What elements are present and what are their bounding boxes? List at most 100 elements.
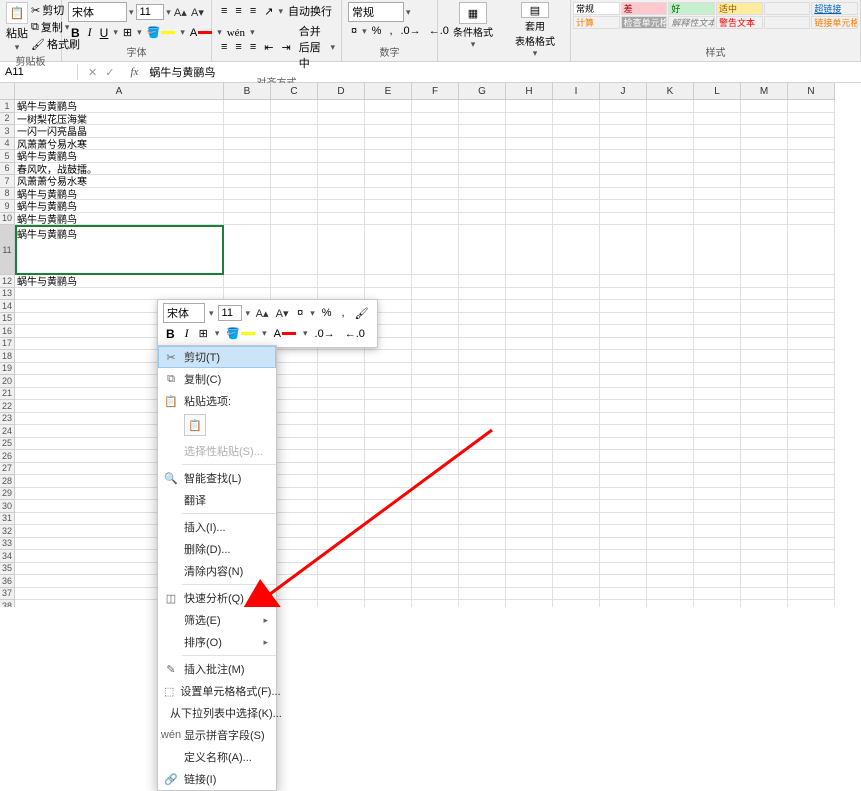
cell[interactable] (694, 400, 741, 413)
cell[interactable] (600, 538, 647, 551)
cell[interactable] (647, 425, 694, 438)
cell[interactable] (600, 300, 647, 313)
cell[interactable] (412, 525, 459, 538)
cell[interactable] (694, 325, 741, 338)
cell[interactable] (318, 375, 365, 388)
cell[interactable] (647, 600, 694, 607)
cell[interactable] (553, 375, 600, 388)
cells-grid[interactable]: 蜗牛与黄鹂鸟一树梨花压海棠一闪一闪亮晶晶风萧萧兮易水寒蜗牛与黄鹂鸟春风吹，战鼓擂… (15, 100, 835, 607)
cell[interactable] (553, 113, 600, 126)
cell[interactable] (553, 388, 600, 401)
cell[interactable] (506, 538, 553, 551)
align-bottom-icon[interactable]: ≡ (247, 4, 259, 18)
cell[interactable] (553, 563, 600, 576)
cell[interactable] (741, 388, 788, 401)
cell[interactable] (459, 363, 506, 376)
cell[interactable] (412, 538, 459, 551)
cell[interactable] (694, 313, 741, 326)
cell[interactable] (788, 563, 835, 576)
cell[interactable] (741, 488, 788, 501)
cell[interactable] (553, 213, 600, 226)
row-header-25[interactable]: 25 (0, 438, 15, 451)
indent-dec-icon[interactable]: ⇤ (261, 40, 276, 55)
row-header-9[interactable]: 9 (0, 200, 15, 213)
cell[interactable] (694, 575, 741, 588)
cell[interactable] (412, 300, 459, 313)
ctxt-insert[interactable]: 插入(I)... (158, 516, 276, 538)
cell[interactable] (741, 400, 788, 413)
cell[interactable] (365, 125, 412, 138)
cell[interactable] (600, 375, 647, 388)
cell[interactable] (647, 413, 694, 426)
row-header-30[interactable]: 30 (0, 500, 15, 513)
cell[interactable] (694, 188, 741, 201)
cell[interactable] (459, 500, 506, 513)
cell[interactable] (647, 388, 694, 401)
cell[interactable] (788, 100, 835, 113)
cell[interactable] (224, 213, 271, 226)
cell[interactable] (741, 325, 788, 338)
cell[interactable] (318, 525, 365, 538)
cell[interactable] (365, 375, 412, 388)
cell[interactable] (365, 100, 412, 113)
cell[interactable] (741, 225, 788, 275)
cell[interactable] (553, 288, 600, 301)
font-color-button[interactable]: A (187, 26, 215, 40)
cell[interactable] (412, 163, 459, 176)
cell[interactable] (224, 138, 271, 151)
col-header-K[interactable]: K (647, 83, 694, 100)
cell[interactable] (788, 463, 835, 476)
row-header-37[interactable]: 37 (0, 588, 15, 601)
cell[interactable] (271, 350, 318, 363)
cell[interactable] (271, 113, 318, 126)
cell[interactable] (318, 163, 365, 176)
cell[interactable] (506, 225, 553, 275)
cell[interactable] (365, 388, 412, 401)
cell[interactable] (271, 600, 318, 607)
ctxt-link[interactable]: 🔗链接(I) (158, 768, 276, 790)
cell[interactable] (412, 125, 459, 138)
cell[interactable] (553, 275, 600, 288)
mini-format-painter-icon[interactable]: 🖌 (352, 306, 372, 321)
cell[interactable] (412, 488, 459, 501)
mini-fill-color-button[interactable]: 🪣 (223, 326, 258, 341)
style-good[interactable]: 好 (668, 2, 715, 15)
cell[interactable] (600, 400, 647, 413)
cell[interactable] (647, 450, 694, 463)
cell[interactable] (318, 188, 365, 201)
cell[interactable] (694, 600, 741, 607)
cell[interactable] (553, 438, 600, 451)
cell[interactable] (600, 450, 647, 463)
cell[interactable] (412, 138, 459, 151)
mini-bold-button[interactable]: B (163, 326, 178, 342)
cell[interactable] (553, 400, 600, 413)
cell[interactable] (788, 163, 835, 176)
cell[interactable] (412, 225, 459, 275)
cell[interactable] (788, 313, 835, 326)
cell[interactable] (506, 125, 553, 138)
cell[interactable] (741, 175, 788, 188)
cell[interactable] (271, 425, 318, 438)
cell[interactable] (459, 513, 506, 526)
cell[interactable] (647, 563, 694, 576)
ctxt-translate[interactable]: 翻译 (158, 489, 276, 511)
cell[interactable] (741, 338, 788, 351)
cell[interactable] (365, 163, 412, 176)
row-header-29[interactable]: 29 (0, 488, 15, 501)
cell[interactable] (553, 525, 600, 538)
cell[interactable] (318, 400, 365, 413)
cell[interactable] (788, 125, 835, 138)
cell[interactable] (318, 175, 365, 188)
cell[interactable] (459, 525, 506, 538)
cell[interactable] (553, 538, 600, 551)
cell[interactable] (694, 138, 741, 151)
cell[interactable] (694, 363, 741, 376)
cell[interactable] (741, 575, 788, 588)
cell[interactable] (271, 200, 318, 213)
cell[interactable] (600, 388, 647, 401)
cell[interactable] (365, 275, 412, 288)
cell[interactable] (318, 563, 365, 576)
ctxt-cut[interactable]: ✂剪切(T) (158, 346, 276, 368)
cell[interactable] (694, 200, 741, 213)
cell[interactable] (271, 438, 318, 451)
